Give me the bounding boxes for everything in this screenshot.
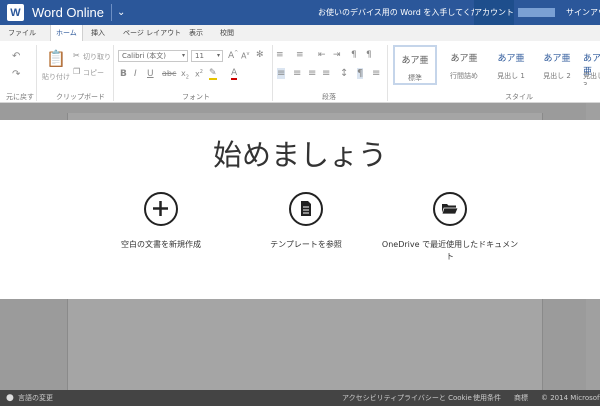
style-name: 標準 (408, 74, 422, 82)
change-language-link[interactable]: 言語の変更 (18, 390, 53, 406)
account-button[interactable]: アカウント (474, 0, 514, 25)
word-logo-icon[interactable]: W (7, 4, 24, 21)
style-name: 見出し 2 (543, 72, 571, 80)
group-divider (36, 45, 37, 101)
justify-icon[interactable]: ≡ (322, 68, 330, 79)
status-footer: ● 言語の変更 アクセシビリティ プライバシーと Cookie 使用条件 商標 … (0, 390, 600, 406)
recent-onedrive-button[interactable]: OneDrive で最近使用したドキュメント (370, 192, 530, 263)
group-divider (272, 45, 273, 101)
align-left-icon[interactable]: ≡ (277, 68, 286, 79)
highlight-icon[interactable]: ✎ (209, 68, 217, 80)
ribbon-tabs: ファイル ホーム 挿入 ページ レイアウト 表示 校閲 (0, 25, 600, 41)
underline-icon[interactable]: U (147, 69, 154, 79)
app-title[interactable]: Word Online (32, 5, 104, 20)
chevron-down-icon: ▾ (216, 52, 220, 59)
group-divider (387, 45, 388, 101)
chevron-down-icon: ▾ (181, 52, 185, 59)
option-label: 空白の文書を新規作成 (121, 240, 201, 249)
tab-view[interactable]: 表示 (189, 25, 203, 41)
cut-icon[interactable]: ✂ (73, 51, 80, 60)
increase-indent-icon[interactable]: ⇥ (333, 50, 341, 60)
redo-icon[interactable]: ↷ (12, 69, 20, 80)
tab-review[interactable]: 校閲 (220, 25, 234, 41)
new-blank-document-button[interactable]: 空白の文書を新規作成 (81, 192, 241, 251)
font-group-label: フォント (182, 93, 210, 101)
font-name-value: Calibri (本文) (122, 52, 167, 60)
style-name: 行間詰め (450, 72, 478, 80)
align-center-icon[interactable]: ≡ (293, 68, 301, 79)
paste-button[interactable]: 貼り付け (42, 72, 70, 82)
start-title: 始めましょう (212, 138, 387, 172)
get-word-link[interactable]: お使いのデバイス用の Word を入手してください (318, 0, 495, 25)
bold-icon[interactable]: B (120, 69, 127, 79)
decrease-indent-icon[interactable]: ⇤ (318, 50, 326, 60)
superscript-icon[interactable]: x2 (195, 69, 203, 79)
plus-icon (144, 192, 178, 226)
trademarks-link[interactable]: 商標 (514, 390, 528, 406)
paragraph-settings-icon[interactable]: ≡ (372, 68, 380, 79)
option-label: テンプレートを参照 (270, 240, 342, 249)
group-divider (113, 45, 114, 101)
start-panel: 始めましょう 空白の文書を新規作成 テンプレートを参照 OneDrive で最近… (0, 120, 600, 299)
cut-button[interactable]: 切り取り (83, 52, 111, 62)
undo-group-label: 元に戻す (6, 93, 34, 101)
show-marks-icon[interactable]: ¶ (357, 68, 364, 79)
numbering-icon[interactable]: ≡ (296, 50, 304, 60)
signout-link[interactable]: サインアウト (566, 0, 600, 25)
style-sample: あア亜 (450, 54, 478, 64)
chevron-down-icon[interactable]: ⌄ (117, 7, 125, 18)
style-sample: あア亜 (497, 54, 525, 64)
style-name: 見出し 3 (583, 72, 600, 85)
document-icon (289, 192, 323, 226)
line-spacing-icon[interactable]: ↕ (340, 68, 348, 79)
style-heading-3[interactable]: あア亜 見出し 3 (579, 45, 600, 85)
tab-home[interactable]: ホーム (50, 25, 83, 41)
style-sample: あア亜 (401, 56, 429, 66)
ribbon: ↶ ↷ 元に戻す 📋 貼り付け ✂ 切り取り ❐ コピー クリップボード Cal… (0, 41, 600, 103)
shrink-font-icon[interactable]: Av (241, 51, 249, 61)
tab-insert[interactable]: 挿入 (91, 25, 105, 41)
logo-letter: W (10, 6, 21, 19)
tab-file[interactable]: ファイル (8, 25, 36, 41)
option-label: OneDrive で最近使用したドキュメント (381, 240, 519, 261)
style-heading-2[interactable]: あア亜 見出し 2 (535, 45, 579, 85)
style-heading-1[interactable]: あア亜 見出し 1 (489, 45, 533, 85)
align-right-icon[interactable]: ≡ (308, 68, 316, 79)
style-name: 見出し 1 (497, 72, 525, 80)
paste-icon[interactable]: 📋 (46, 49, 66, 68)
font-size-dropdown[interactable]: 11 ▾ (191, 50, 223, 62)
copy-icon[interactable]: ❐ (73, 67, 80, 76)
copy-button[interactable]: コピー (83, 68, 104, 78)
grow-font-icon[interactable]: A^ (228, 50, 238, 61)
title-separator (111, 4, 113, 21)
styles-group-label: スタイル (505, 93, 533, 101)
undo-icon[interactable]: ↶ (12, 51, 20, 62)
font-color-icon[interactable]: A (231, 68, 238, 80)
italic-icon[interactable]: I (134, 69, 137, 79)
ltr-icon[interactable]: ¶ (351, 50, 357, 60)
strikethrough-icon[interactable]: abc (162, 69, 176, 78)
tab-page-layout[interactable]: ページ レイアウト (123, 25, 181, 41)
folder-icon (433, 192, 467, 226)
accessibility-link[interactable]: アクセシビリティ (342, 390, 397, 406)
style-no-spacing[interactable]: あア亜 行間詰め (442, 45, 486, 85)
style-normal[interactable]: あア亜 標準 (393, 45, 437, 85)
style-sample: あア亜 (543, 54, 571, 64)
rtl-icon[interactable]: ¶ (366, 50, 372, 60)
title-bar: W Word Online ⌄ お使いのデバイス用の Word を入手してくださ… (0, 0, 600, 25)
clipboard-group-label: クリップボード (56, 93, 105, 101)
copyright-text: © 2014 Microsoft (541, 394, 600, 402)
terms-link[interactable]: 使用条件 (473, 390, 501, 406)
paragraph-group-label: 段落 (322, 93, 336, 101)
browse-templates-button[interactable]: テンプレートを参照 (226, 192, 386, 251)
font-name-dropdown[interactable]: Calibri (本文) ▾ (118, 50, 188, 62)
bullets-icon[interactable]: ≡ (276, 50, 284, 60)
font-size-value: 11 (195, 52, 204, 60)
clear-format-icon[interactable]: ✻ (256, 50, 264, 60)
globe-icon: ● (6, 393, 14, 403)
subscript-icon[interactable]: x2 (181, 69, 189, 81)
privacy-link[interactable]: プライバシーと Cookie (397, 390, 472, 406)
user-name-redacted[interactable] (518, 8, 555, 17)
